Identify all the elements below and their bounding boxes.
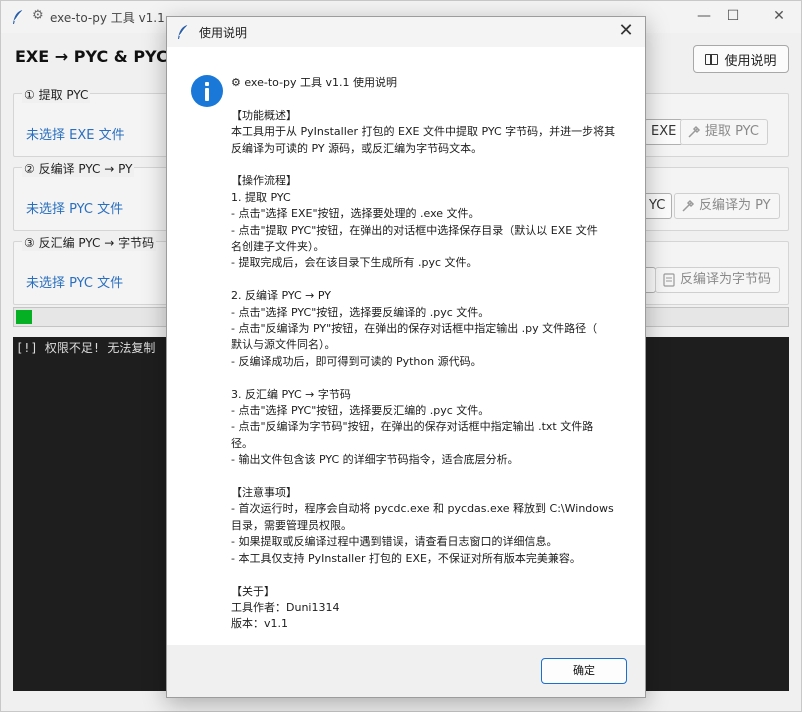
message-line: - 点击"选择 PYC"按钮，选择要反编译的 .pyc 文件。 xyxy=(231,305,490,319)
dialog-title: 使用说明 xyxy=(199,26,248,40)
message-line: - 本工具仅支持 PyInstaller 打包的 EXE，不保证对所有版本完美兼… xyxy=(231,551,581,565)
message-line: - 点击"反编译为字节码"按钮，在弹出的保存对话框中指定输出 .txt 文件路 xyxy=(231,420,594,434)
message-line: - 点击"提取 PYC"按钮，在弹出的对话框中选择保存目录（默认以 EXE 文件 xyxy=(231,223,598,237)
message-line: - 点击"选择 EXE"按钮，选择要处理的 .exe 文件。 xyxy=(231,207,480,221)
main-heading: EXE → PYC & PYC xyxy=(15,47,168,66)
message-line xyxy=(231,272,621,288)
message-line xyxy=(231,91,621,107)
wrench-icon xyxy=(682,199,695,212)
message-line: 【关于】 xyxy=(231,584,275,598)
help-button[interactable]: 使用说明 xyxy=(693,45,789,73)
dialog-titlebar: 使用说明 ✕ xyxy=(167,17,645,47)
info-icon xyxy=(191,75,223,107)
maximize-button[interactable]: ☐ xyxy=(713,5,753,29)
log-line: [!] 权限不足! 无法复制 xyxy=(16,341,156,355)
message-line: 【功能概述】 xyxy=(231,108,297,122)
message-line: 【操作流程】 xyxy=(231,174,297,188)
message-line: 径。 xyxy=(231,436,253,450)
decompile-py-label: 反编译为 PY xyxy=(699,198,771,213)
wrench-icon xyxy=(688,125,701,138)
message-line xyxy=(231,370,621,386)
pyc-file-status: 未选择 PYC 文件 xyxy=(26,276,124,291)
message-line: 1. 提取 PYC xyxy=(231,190,291,204)
dialog-footer: 确定 xyxy=(167,645,645,697)
feather-icon xyxy=(13,9,24,24)
decompile-py-button[interactable]: 反编译为 PY xyxy=(674,193,780,219)
message-line xyxy=(231,567,621,583)
message-line: - 首次运行时，程序会自动将 pycdc.exe 和 pycdas.exe 释放… xyxy=(231,502,614,516)
section-label: ② 反编译 PYC → PY xyxy=(22,160,135,177)
message-line xyxy=(231,157,621,173)
exe-file-status: 未选择 EXE 文件 xyxy=(26,128,125,143)
message-line: 本工具用于从 PyInstaller 打包的 EXE 文件中提取 PYC 字节码… xyxy=(231,125,616,139)
select-pyc-button[interactable]: YC xyxy=(642,193,673,219)
section-label: ③ 反汇编 PYC → 字节码 xyxy=(22,234,157,251)
message-line: 反编译为可读的 PY 源码，或反汇编为字节码文本。 xyxy=(231,141,483,155)
message-line: 工具作者：Duni1314 xyxy=(231,600,340,614)
message-line: 默认与源文件同名）。 xyxy=(231,338,336,352)
message-line: - 提取完成后，会在该目录下生成所有 .pyc 文件。 xyxy=(231,256,478,270)
document-icon xyxy=(663,273,675,287)
message-line: - 点击"反编译为 PY"按钮，在弹出的保存对话框中指定输出 .py 文件路径（ xyxy=(231,322,598,336)
message-line: 3. 反汇编 PYC → 字节码 xyxy=(231,387,351,401)
ok-button[interactable]: 确定 xyxy=(541,658,627,684)
feather-icon xyxy=(178,24,189,39)
disassemble-label: 反编译为字节码 xyxy=(680,272,772,287)
disassemble-button[interactable]: 反编译为字节码 xyxy=(655,267,781,293)
message-line xyxy=(231,469,621,485)
message-line: 2. 反编译 PYC → PY xyxy=(231,289,331,303)
message-line: - 反编译成功后，即可得到可读的 Python 源代码。 xyxy=(231,354,482,368)
message-line: 版本：v1.1 xyxy=(231,617,289,631)
message-line: 目录，需要管理员权限。 xyxy=(231,518,352,532)
dialog-message: ⚙ exe-to-py 工具 v1.1 使用说明 【功能概述】本工具用于从 PyI… xyxy=(231,75,621,633)
message-line: 【注意事项】 xyxy=(231,486,297,500)
progress-fill xyxy=(16,310,32,324)
window-close-button[interactable]: ✕ xyxy=(759,5,799,29)
message-line: ⚙ exe-to-py 工具 v1.1 使用说明 xyxy=(231,76,398,89)
message-line: - 输出文件包含该 PYC 的详细字节码指令，适合底层分析。 xyxy=(231,453,519,467)
message-line: - 如果提取或反编译过程中遇到错误，请查看日志窗口的详细信息。 xyxy=(231,535,558,549)
section-label: ① 提取 PYC xyxy=(22,86,91,103)
gear-icon: ⚙ xyxy=(32,8,44,23)
pyc-file-status: 未选择 PYC 文件 xyxy=(26,202,124,217)
extract-pyc-label: 提取 PYC xyxy=(705,124,759,139)
extract-pyc-button[interactable]: 提取 PYC xyxy=(680,119,768,145)
help-dialog: 使用说明 ✕ ⚙ exe-to-py 工具 v1.1 使用说明 【功能概述】本工具… xyxy=(166,16,646,698)
message-line: 名创建子文件夹）。 xyxy=(231,240,325,254)
window-title: exe-to-py 工具 v1.1 xyxy=(50,11,165,25)
help-button-label: 使用说明 xyxy=(724,53,777,69)
message-line: - 点击"选择 PYC"按钮，选择要反汇编的 .pyc 文件。 xyxy=(231,404,490,418)
book-icon xyxy=(705,53,719,65)
select-exe-button[interactable]: EXE xyxy=(644,119,684,145)
dialog-close-button[interactable]: ✕ xyxy=(613,20,639,44)
